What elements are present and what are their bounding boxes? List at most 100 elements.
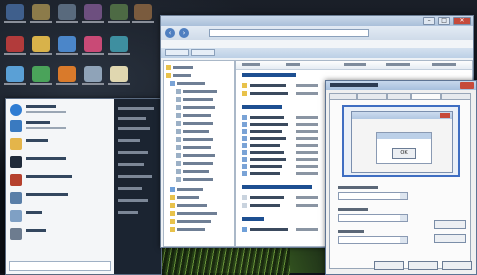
start-menu-item[interactable] — [10, 209, 112, 223]
column-header[interactable] — [344, 63, 366, 66]
start-menu-link[interactable] — [118, 211, 138, 214]
desktop-icon[interactable] — [56, 36, 78, 55]
cancel-button[interactable] — [408, 261, 438, 270]
drive-icon — [176, 137, 181, 142]
drive-icon — [176, 145, 181, 150]
drive-icon — [176, 153, 181, 158]
folder-icon — [166, 73, 171, 78]
column-header[interactable] — [386, 63, 410, 66]
maximize-button[interactable]: □ — [438, 17, 451, 25]
list-item[interactable] — [242, 227, 322, 232]
chevron-down-icon — [400, 193, 407, 199]
drive-icon — [176, 97, 181, 102]
dialog-title — [330, 83, 378, 87]
desktop-icon[interactable] — [82, 36, 104, 55]
column-header[interactable] — [286, 63, 300, 66]
list-item[interactable] — [242, 195, 322, 200]
desktop-icon[interactable] — [132, 4, 154, 23]
dialog-close-button[interactable] — [460, 82, 474, 89]
list-item[interactable] — [242, 143, 322, 148]
window-controls: – □ ✕ — [422, 17, 471, 25]
list-item[interactable] — [242, 115, 322, 120]
ok-button[interactable] — [374, 261, 404, 270]
forward-button[interactable]: › — [179, 28, 189, 38]
color-select[interactable] — [338, 214, 408, 222]
network-icon — [242, 227, 247, 232]
start-menu-link[interactable] — [118, 175, 152, 178]
group-header — [242, 185, 312, 189]
app-icon — [10, 228, 22, 240]
views-button[interactable] — [191, 49, 215, 56]
apply-button[interactable] — [442, 261, 472, 270]
color-scheme-select[interactable] — [338, 192, 408, 200]
appearance-preview: OK — [342, 105, 460, 177]
list-item[interactable] — [242, 136, 322, 141]
network-icon — [170, 187, 175, 192]
start-menu-link[interactable] — [118, 127, 150, 130]
column-header[interactable] — [432, 63, 456, 66]
font-size-select[interactable] — [338, 236, 408, 244]
desktop-icon[interactable] — [108, 4, 130, 23]
desktop-icon[interactable] — [4, 66, 26, 85]
desktop-icon[interactable] — [4, 4, 26, 23]
start-menu-link[interactable] — [118, 187, 142, 190]
folder-icon — [242, 83, 247, 88]
list-item[interactable] — [242, 164, 322, 169]
start-menu-link[interactable] — [118, 107, 154, 110]
navigation-pane — [163, 60, 235, 247]
start-menu-item[interactable] — [10, 155, 112, 169]
group-header — [242, 217, 264, 221]
list-item[interactable] — [242, 171, 322, 176]
desktop-icon[interactable] — [30, 36, 52, 55]
desktop-icon[interactable] — [108, 66, 130, 85]
start-menu-link[interactable] — [118, 151, 148, 154]
start-menu-link[interactable] — [118, 117, 146, 120]
start-menu-item[interactable] — [10, 103, 112, 117]
start-menu-item[interactable] — [10, 137, 112, 151]
start-menu-item[interactable] — [10, 227, 112, 241]
list-item[interactable] — [242, 157, 322, 162]
explorer-title-bar[interactable]: – □ ✕ — [161, 16, 473, 26]
close-button[interactable]: ✕ — [453, 17, 471, 25]
list-item[interactable] — [242, 150, 322, 155]
start-menu-item[interactable] — [10, 119, 112, 133]
list-item[interactable] — [242, 122, 322, 127]
field-label — [338, 230, 364, 233]
desktop-icon[interactable] — [82, 66, 104, 85]
mail-icon — [10, 120, 22, 132]
list-item[interactable] — [242, 203, 322, 208]
appearance-panel: OK — [329, 99, 471, 269]
organize-button[interactable] — [165, 49, 189, 56]
start-menu-link[interactable] — [118, 139, 140, 142]
list-item[interactable] — [242, 83, 322, 88]
desktop-icon[interactable] — [56, 66, 78, 85]
start-menu-item[interactable] — [10, 191, 112, 205]
start-menu-link[interactable] — [118, 163, 144, 166]
drive-icon — [176, 169, 181, 174]
desktop-icon[interactable] — [30, 4, 52, 23]
effects-button[interactable] — [434, 220, 466, 229]
folder-icon — [170, 219, 175, 224]
minimize-button[interactable]: – — [423, 17, 436, 25]
desktop-icon[interactable] — [56, 4, 78, 23]
dialog-title-bar[interactable] — [326, 81, 476, 90]
desktop-icon[interactable] — [108, 36, 130, 55]
start-menu-item[interactable] — [10, 173, 112, 187]
column-header[interactable] — [242, 63, 260, 66]
list-item[interactable] — [242, 91, 322, 96]
desktop-icon[interactable] — [82, 4, 104, 23]
start-search-input[interactable] — [9, 261, 111, 271]
back-button[interactable]: ‹ — [165, 28, 175, 38]
group-header — [242, 105, 282, 109]
list-item[interactable] — [242, 129, 322, 134]
field-label — [338, 186, 378, 189]
drive-icon — [242, 164, 247, 169]
folder-icon — [170, 195, 175, 200]
start-menu-link[interactable] — [118, 199, 148, 202]
advanced-button[interactable] — [434, 234, 466, 243]
desktop-icon[interactable] — [4, 36, 26, 55]
address-bar[interactable] — [209, 29, 369, 37]
browser-icon — [10, 104, 22, 116]
desktop-icon[interactable] — [30, 66, 52, 85]
start-menu-places — [114, 99, 161, 274]
